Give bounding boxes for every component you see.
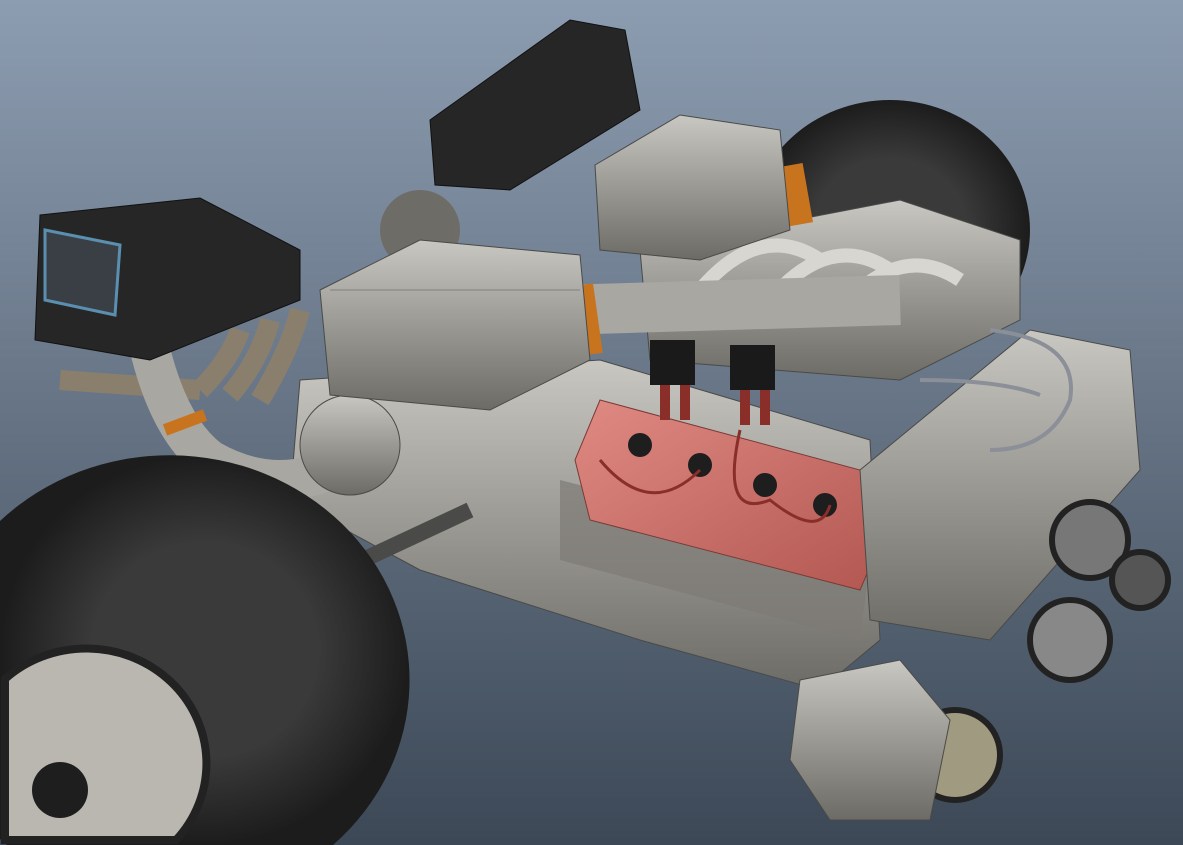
3d-viewport[interactable] [0,0,1183,845]
wheel-hub [32,762,88,818]
engine-render [0,0,1183,845]
